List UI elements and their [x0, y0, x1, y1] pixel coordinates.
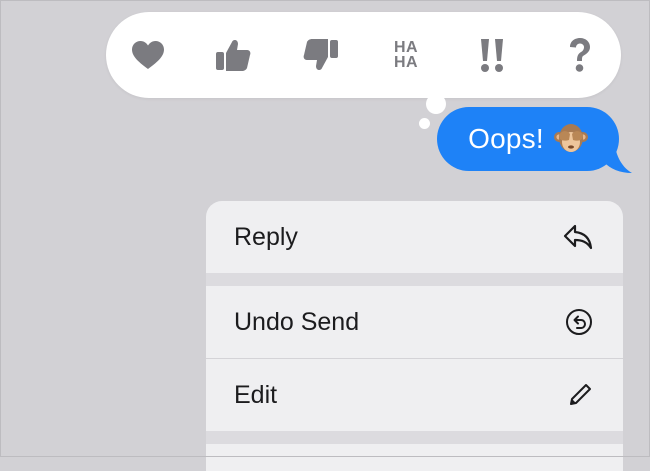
- haha-label-bottom: HA: [393, 54, 419, 71]
- menu-item-reply[interactable]: Reply: [206, 201, 623, 273]
- thumbs-up-reaction-button[interactable]: [211, 33, 255, 77]
- thumbs-down-icon: [303, 39, 338, 71]
- exclamation-reaction-button[interactable]: [470, 33, 514, 77]
- double-exclamation-icon: [481, 39, 503, 72]
- question-reaction-button[interactable]: [558, 33, 602, 77]
- message-text: Oops!: [468, 123, 544, 154]
- menu-group-separator: [206, 273, 623, 286]
- see-no-evil-monkey-emoji: [553, 124, 588, 152]
- message-bubble[interactable]: Oops!: [437, 107, 619, 171]
- heart-icon: [132, 41, 164, 69]
- menu-item-undo-send[interactable]: Undo Send: [206, 286, 623, 358]
- tapback-reaction-bar: HA HA: [106, 12, 621, 98]
- menu-item-edit-label: Edit: [234, 380, 278, 409]
- haha-reaction-button[interactable]: HA HA: [384, 33, 428, 77]
- menu-item-reply-label: Reply: [234, 222, 298, 251]
- haha-label-top: HA: [393, 39, 419, 56]
- message-bubble-tail: [602, 138, 632, 173]
- heart-reaction-button[interactable]: [126, 33, 170, 77]
- question-mark-icon: [570, 38, 590, 72]
- reply-arrow-icon: [563, 224, 593, 250]
- menu-group-separator-2: [206, 431, 623, 444]
- menu-item-edit[interactable]: Edit: [206, 359, 623, 431]
- thumbs-down-reaction-button[interactable]: [299, 33, 343, 77]
- undo-circle-icon: [566, 309, 592, 335]
- message-context-menu: Reply Undo Send Edit: [206, 201, 623, 471]
- tapback-tail-large-dot: [426, 94, 446, 114]
- menu-item-undo-send-label: Undo Send: [234, 307, 360, 336]
- tapback-tail-small-dot: [419, 118, 430, 129]
- pencil-icon: [570, 384, 591, 405]
- thumbs-up-icon: [216, 39, 251, 71]
